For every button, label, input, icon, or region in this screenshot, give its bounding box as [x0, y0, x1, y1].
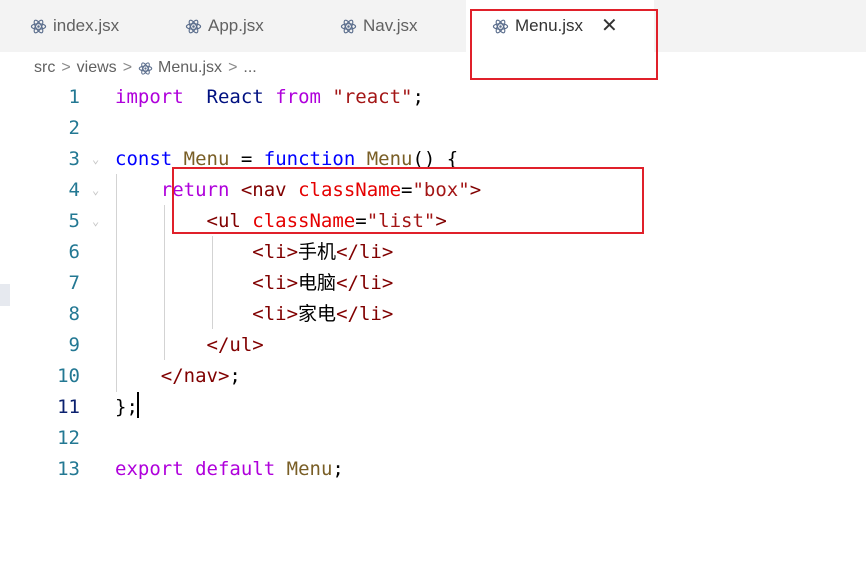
line-number: 10: [57, 365, 80, 387]
code-text: export default Menu;: [115, 454, 344, 485]
line-number: 4: [68, 179, 80, 201]
code-line[interactable]: 6 <li>手机</li>: [0, 237, 866, 268]
code-token: <li>: [252, 303, 299, 325]
code-token: 手机: [298, 241, 337, 263]
code-token: </ul>: [206, 334, 264, 356]
code-text: };: [115, 392, 138, 423]
code-token: </li>: [336, 241, 394, 263]
code-line[interactable]: 1 import React from "react";: [0, 82, 866, 113]
line-number: 11: [57, 396, 80, 418]
line-number: 1: [68, 86, 80, 108]
tab-label: App.jsx: [208, 16, 264, 35]
code-highlight-box: [172, 167, 644, 234]
code-token: };: [115, 396, 138, 418]
code-token: ;: [412, 86, 424, 108]
code-line[interactable]: 9 </ul>: [0, 330, 866, 361]
code-token: React: [206, 86, 264, 108]
indent-guide: [116, 174, 117, 392]
breadcrumb-separator: >: [122, 59, 133, 76]
react-icon: [30, 19, 47, 33]
code-token: default: [195, 458, 276, 480]
line-number: 6: [68, 241, 80, 263]
code-text: <li>家电</li>: [115, 299, 393, 330]
breadcrumb-more[interactable]: ...: [243, 59, 256, 77]
code-token: </nav>: [160, 365, 230, 387]
code-line[interactable]: 12: [0, 423, 866, 454]
text-cursor: [137, 392, 139, 418]
code-text: </ul>: [115, 330, 264, 361]
code-token: 家电: [298, 303, 337, 325]
breadcrumb: src > views > Menu.jsx > ...: [34, 56, 257, 80]
code-token: export: [115, 458, 184, 480]
tab-bar: index.jsx App.jsx Nav.jsx Menu.jsx ✕: [0, 0, 866, 52]
breadcrumb-separator: >: [61, 59, 71, 76]
line-number: 9: [68, 334, 80, 356]
line-number: 7: [68, 272, 80, 294]
code-line[interactable]: 11};: [0, 392, 866, 423]
react-icon: [340, 19, 357, 33]
code-token: ;: [332, 458, 344, 480]
code-text: <li>电脑</li>: [115, 268, 393, 299]
code-text: import React from "react";: [115, 82, 424, 113]
breadcrumb-views[interactable]: views: [77, 59, 117, 77]
breadcrumb-separator: >: [228, 59, 238, 76]
code-text: </nav>;: [115, 361, 241, 392]
fold-chevron-icon[interactable]: ⌄: [92, 206, 99, 237]
line-number: 8: [68, 303, 80, 325]
fold-chevron-icon[interactable]: ⌄: [92, 144, 99, 175]
line-number: 13: [57, 458, 80, 480]
code-token: 电脑: [298, 272, 337, 294]
code-token: <li>: [252, 241, 299, 263]
code-token: from: [275, 86, 321, 108]
tab-index-jsx[interactable]: index.jsx: [0, 0, 160, 52]
tab-highlight-box: [470, 9, 658, 80]
tab-label: index.jsx: [53, 16, 120, 35]
code-token: <li>: [252, 272, 299, 294]
indent-guide: [212, 236, 213, 329]
fold-chevron-icon[interactable]: ⌄: [92, 175, 99, 206]
indent-guide: [164, 205, 165, 360]
code-token: "react": [332, 86, 413, 108]
code-line[interactable]: 2: [0, 113, 866, 144]
code-token: Menu: [286, 458, 333, 480]
code-token: import: [115, 86, 184, 108]
tab-label: Nav.jsx: [363, 16, 418, 35]
line-number: 2: [68, 117, 80, 139]
code-token: </li>: [336, 303, 394, 325]
code-text: <li>手机</li>: [115, 237, 393, 268]
code-token: const: [115, 148, 173, 170]
react-icon: [138, 61, 153, 75]
line-number: 12: [57, 427, 80, 449]
breadcrumb-file[interactable]: Menu.jsx: [158, 59, 222, 77]
breadcrumb-src[interactable]: src: [34, 59, 55, 77]
code-token: </li>: [336, 272, 394, 294]
code-line[interactable]: 13 export default Menu;: [0, 454, 866, 485]
tab-app-jsx[interactable]: App.jsx: [155, 0, 315, 52]
line-number: 5: [68, 210, 80, 232]
code-token: ;: [229, 365, 241, 387]
react-icon: [185, 19, 202, 33]
code-line[interactable]: 10 </nav>;: [0, 361, 866, 392]
tab-nav-jsx[interactable]: Nav.jsx: [310, 0, 470, 52]
code-line[interactable]: 8 <li>家电</li>: [0, 299, 866, 330]
line-number: 3: [68, 148, 80, 170]
code-line[interactable]: 7 <li>电脑</li>: [0, 268, 866, 299]
